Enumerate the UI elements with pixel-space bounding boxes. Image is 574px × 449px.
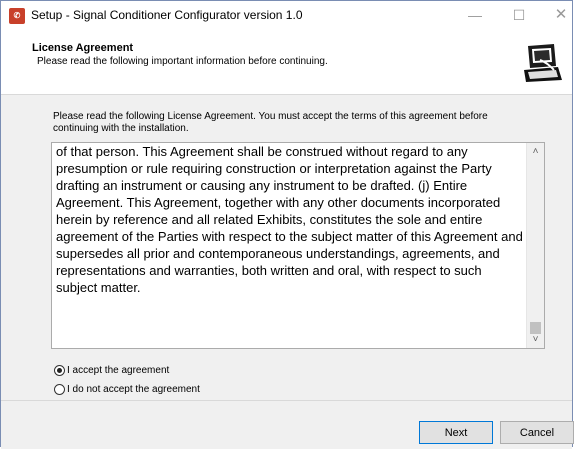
window-title: Setup - Signal Conditioner Configurator … xyxy=(31,8,303,22)
accept-radio[interactable] xyxy=(54,365,65,376)
setup-app-icon: ✆ xyxy=(9,8,25,24)
title-bar: ✆ Setup - Signal Conditioner Configurato… xyxy=(1,1,572,30)
next-button[interactable]: Next xyxy=(419,421,493,444)
wizard-footer: Next Cancel xyxy=(1,400,574,449)
minimize-icon[interactable]: — xyxy=(463,4,487,26)
maximize-icon[interactable]: ☐ xyxy=(507,4,531,26)
accept-radio-option[interactable]: I accept the agreement xyxy=(54,365,169,376)
scroll-up-icon[interactable]: ˄ xyxy=(527,143,544,160)
license-scrollbar[interactable]: ˄ ˅ xyxy=(526,143,544,348)
close-icon[interactable]: ✕ xyxy=(549,4,573,26)
scroll-down-icon[interactable]: ˅ xyxy=(527,331,544,348)
license-text: of that person. This Agreement shall be … xyxy=(56,144,523,295)
wizard-header: License Agreement Please read the follow… xyxy=(1,30,572,95)
decline-radio-option[interactable]: I do not accept the agreement xyxy=(54,384,200,395)
accept-radio-label: I accept the agreement xyxy=(67,365,170,376)
page-title: License Agreement xyxy=(32,42,134,54)
decline-radio-label: I do not accept the agreement xyxy=(67,384,200,395)
decline-radio[interactable] xyxy=(54,384,65,395)
installer-computer-icon xyxy=(522,42,562,82)
wizard-body: Please read the following License Agreem… xyxy=(1,95,572,400)
setup-window: ✆ Setup - Signal Conditioner Configurato… xyxy=(0,0,574,449)
license-text-box[interactable]: of that person. This Agreement shall be … xyxy=(51,142,545,349)
page-subtitle: Please read the following important info… xyxy=(37,56,328,67)
cancel-button[interactable]: Cancel xyxy=(500,421,574,444)
license-intro-text: Please read the following License Agreem… xyxy=(53,111,488,134)
